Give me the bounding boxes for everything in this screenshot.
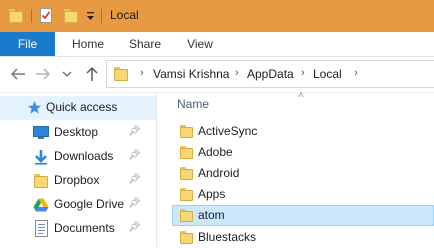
tab-file[interactable]: File <box>0 32 55 56</box>
nav-item-label: Quick access <box>46 100 118 114</box>
chevron-down-icon[interactable] <box>86 10 95 22</box>
file-list: ˄ Name ActiveSync Adobe Android Apps ato… <box>157 90 434 248</box>
pin-icon[interactable]: 📌︎ <box>128 198 141 209</box>
nav-item-desktop[interactable]: Desktop 📌︎ <box>0 121 156 145</box>
nav-item-label: Documents <box>54 221 115 235</box>
breadcrumb-item[interactable]: Vamsi Krishna <box>153 67 229 81</box>
folder-icon <box>180 167 193 180</box>
breadcrumb-item[interactable]: Local <box>313 67 342 81</box>
properties-icon[interactable] <box>40 8 52 23</box>
folder-icon <box>180 125 193 138</box>
navigation-pane: Quick access Desktop 📌︎ Downloads 📌︎ Dro… <box>0 93 157 247</box>
breadcrumb-separator-icon[interactable]: › <box>354 67 358 79</box>
breadcrumb-item[interactable]: AppData <box>247 67 294 81</box>
pin-icon[interactable]: 📌︎ <box>128 150 141 161</box>
sort-ascending-icon: ˄ <box>298 90 304 101</box>
back-arrow-icon[interactable] <box>8 64 28 84</box>
tab-view[interactable]: View <box>180 32 220 56</box>
folder-icon <box>180 209 193 222</box>
nav-item-label: Google Drive <box>54 197 125 211</box>
title-bar: Local <box>0 0 434 32</box>
pin-icon[interactable]: 📌︎ <box>128 126 141 137</box>
pin-icon[interactable]: 📌︎ <box>128 222 141 233</box>
file-name: Adobe <box>198 145 233 159</box>
file-row-selected[interactable]: atom <box>157 205 434 226</box>
folder-icon <box>180 188 193 201</box>
desktop-icon <box>33 126 49 139</box>
file-row[interactable]: Android <box>157 163 434 184</box>
window-title: Local <box>110 8 139 22</box>
file-name: Android <box>198 166 240 180</box>
nav-item-label: Dropbox <box>54 173 100 187</box>
breadcrumb-separator-icon[interactable]: › <box>235 67 239 79</box>
address-bar[interactable]: › Vamsi Krishna › AppData › Local › <box>106 60 434 88</box>
folder-icon <box>114 67 128 81</box>
pin-icon[interactable]: 📌︎ <box>128 174 141 185</box>
nav-item-google-drive[interactable]: Google Drive 📌︎ <box>0 193 156 217</box>
folder-icon <box>9 9 23 23</box>
forward-arrow-icon[interactable] <box>33 64 53 84</box>
nav-item-downloads[interactable]: Downloads 📌︎ <box>0 145 156 169</box>
nav-item-label: Downloads <box>54 149 114 163</box>
file-name: Bluestacks <box>198 230 257 244</box>
file-row[interactable]: ActiveSync <box>157 121 434 142</box>
nav-item-label: Desktop <box>54 125 99 139</box>
up-arrow-icon[interactable] <box>82 64 102 84</box>
nav-item-documents[interactable]: Documents 📌︎ <box>0 217 156 241</box>
folder-icon <box>34 174 48 188</box>
file-row[interactable]: Adobe <box>157 142 434 163</box>
file-name: Apps <box>198 187 226 201</box>
breadcrumb-separator-icon[interactable]: › <box>301 67 305 79</box>
nav-item-dropbox[interactable]: Dropbox 📌︎ <box>0 169 156 193</box>
title-divider <box>31 9 32 23</box>
folder-icon <box>180 146 193 159</box>
file-row[interactable]: Bluestacks <box>157 227 434 248</box>
ribbon-tabs: File Home Share View <box>0 32 434 57</box>
star-icon <box>27 100 42 114</box>
file-name: ActiveSync <box>198 124 258 138</box>
tab-share[interactable]: Share <box>123 32 167 56</box>
folder-icon <box>180 231 193 244</box>
file-name: atom <box>198 208 225 222</box>
download-icon <box>35 150 47 165</box>
recent-locations-chevron-icon[interactable] <box>61 64 73 84</box>
documents-icon <box>35 220 48 237</box>
tab-home[interactable]: Home <box>66 32 110 56</box>
column-header-name[interactable]: Name <box>177 97 209 111</box>
navigation-bar: › Vamsi Krishna › AppData › Local › <box>0 57 434 93</box>
google-drive-icon <box>33 198 49 212</box>
title-divider-2 <box>101 9 102 23</box>
new-folder-icon[interactable] <box>64 9 78 23</box>
breadcrumb-separator-icon[interactable]: › <box>140 67 144 79</box>
nav-item-quick-access[interactable]: Quick access <box>0 96 156 120</box>
file-row[interactable]: Apps <box>157 184 434 205</box>
